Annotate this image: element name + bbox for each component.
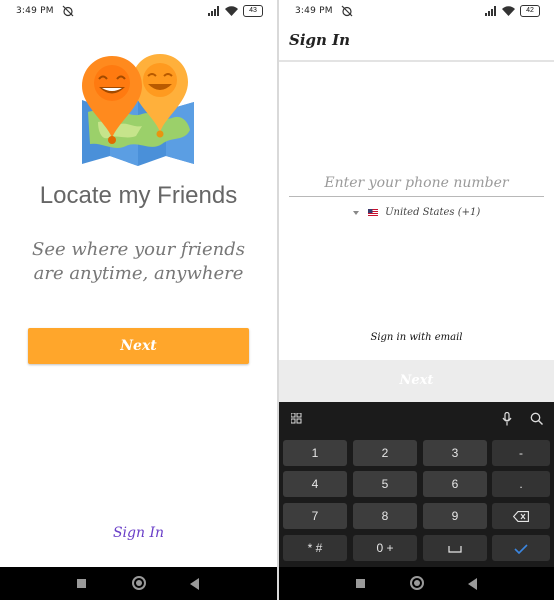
check-icon: [514, 544, 528, 554]
sign-in-screen: 3:49 PM 42 Sign In United States (+1) Si…: [279, 0, 554, 600]
signal-icon: [208, 6, 219, 16]
map-pin-logo: [82, 54, 194, 166]
country-select[interactable]: United States (+1): [279, 207, 554, 218]
status-bar: 3:49 PM 42: [279, 0, 554, 24]
next-button-disabled[interactable]: Next: [279, 360, 554, 402]
key-2[interactable]: 2: [353, 440, 417, 466]
battery-icon: 43: [243, 5, 263, 17]
enter-key[interactable]: [492, 535, 550, 561]
key-4[interactable]: 4: [283, 471, 347, 497]
battery-icon: 42: [520, 5, 540, 17]
key-dash[interactable]: -: [492, 440, 550, 466]
nav-home-icon[interactable]: [132, 576, 146, 590]
key-9[interactable]: 9: [423, 503, 487, 529]
status-time: 3:49 PM: [295, 6, 333, 16]
key-1[interactable]: 1: [283, 440, 347, 466]
app-title: Locate my Friends: [39, 182, 238, 209]
next-button[interactable]: Next: [28, 328, 249, 364]
key-6[interactable]: 6: [423, 471, 487, 497]
key-8[interactable]: 8: [353, 503, 417, 529]
wifi-icon: [225, 6, 238, 16]
nav-recents-icon[interactable]: [77, 579, 86, 588]
nav-back-icon[interactable]: [190, 578, 199, 590]
us-flag-icon: [367, 209, 378, 216]
apps-grid-icon[interactable]: [291, 413, 302, 424]
key-3[interactable]: 3: [423, 440, 487, 466]
space-icon: [448, 545, 462, 553]
alarm-icon: [62, 5, 74, 17]
status-bar: 3:49 PM 43: [0, 0, 277, 24]
system-nav-bar: [279, 567, 554, 600]
system-nav-bar: [0, 567, 277, 600]
key-7[interactable]: 7: [283, 503, 347, 529]
status-icons: 42: [485, 5, 540, 17]
space-key[interactable]: [423, 535, 487, 561]
numeric-keyboard: 1 2 3 - 4 5 6 . 7 8 9 * # 0 +: [279, 402, 554, 567]
key-dot[interactable]: .: [492, 471, 550, 497]
mic-icon[interactable]: [502, 412, 512, 426]
welcome-screen: 3:49 PM 43 Locate my Friends See where y…: [0, 0, 277, 600]
dropdown-caret-icon: [352, 210, 359, 215]
key-zero-plus[interactable]: 0 +: [353, 535, 417, 561]
alarm-icon: [341, 5, 353, 17]
page-title: Sign In: [289, 31, 351, 49]
country-label: United States (+1): [385, 207, 481, 218]
wifi-icon: [502, 6, 515, 16]
signal-icon: [485, 6, 496, 16]
keyboard-toolbar: [279, 402, 554, 436]
sign-in-link[interactable]: Sign In: [0, 525, 277, 541]
nav-home-icon[interactable]: [410, 576, 424, 590]
toolbar-divider: [279, 60, 554, 62]
nav-back-icon[interactable]: [468, 578, 477, 590]
key-star-hash[interactable]: * #: [283, 535, 347, 561]
tagline: See where your friends are anytime, anyw…: [32, 239, 245, 284]
backspace-key[interactable]: [492, 503, 550, 529]
phone-number-input[interactable]: [289, 170, 544, 197]
nav-recents-icon[interactable]: [356, 579, 365, 588]
status-time: 3:49 PM: [16, 6, 54, 16]
backspace-icon: [512, 511, 529, 523]
sign-in-with-email-link[interactable]: Sign in with email: [279, 332, 554, 343]
status-icons: 43: [208, 5, 263, 17]
search-icon[interactable]: [530, 412, 543, 425]
key-5[interactable]: 5: [353, 471, 417, 497]
